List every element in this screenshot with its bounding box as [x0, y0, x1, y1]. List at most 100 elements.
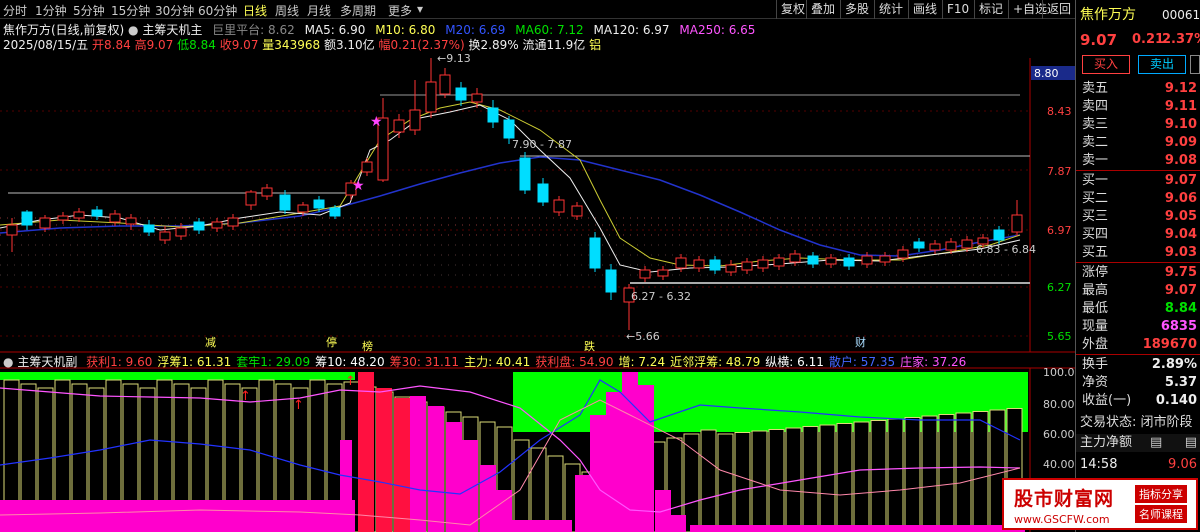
- bid-row[interactable]: 买三 9.05: [1076, 208, 1200, 226]
- candle-body: [913, 241, 925, 249]
- kline-chart[interactable]: ←9.13 7.90 - 7.87 6.27 - 6.32 ←5.66 6.83…: [0, 20, 1075, 532]
- stat-row[interactable]: 最高 9.07: [1076, 282, 1200, 300]
- stock-name: 焦作万方: [1080, 7, 1136, 23]
- bid-row-value: 9.03: [1164, 245, 1197, 260]
- sub-indicator-legend: ● 主筹天机副 获利1: 9.60 浮筹1: 61.31 套牢1: 29.09 筹10…: [3, 353, 966, 370]
- mark-button[interactable]: 标记: [974, 0, 1007, 19]
- sub-indicator-item: 套牢1: 29.09: [236, 355, 311, 369]
- stat2-row-value: 2.89%: [1151, 357, 1197, 372]
- sub-fill: [512, 520, 572, 532]
- watermark-tag1: 指标分享: [1135, 485, 1187, 503]
- bid-row[interactable]: 买四 9.04: [1076, 226, 1200, 244]
- period-60min[interactable]: 60分钟: [198, 2, 237, 19]
- candle-body: [487, 107, 499, 123]
- stat2-row[interactable]: 净资 5.37: [1076, 374, 1200, 392]
- annot-right-range: 6.83 - 6.84: [976, 243, 1036, 256]
- sub-indicator-item: 纵横: 6.11: [765, 355, 824, 369]
- stat-row[interactable]: 外盘 189670: [1076, 336, 1200, 354]
- stat-row[interactable]: 最低 8.84: [1076, 300, 1200, 318]
- candle-body: [675, 257, 687, 269]
- tick-6-27: 6.27: [1047, 281, 1072, 294]
- trade-status: 交易状态: 闭市阶段: [1080, 415, 1193, 430]
- ask-row-value: 9.09: [1164, 135, 1197, 150]
- period-5min[interactable]: 5分钟: [73, 2, 105, 19]
- sub-bar: [734, 432, 751, 532]
- multi-stock-button[interactable]: 多股: [840, 0, 873, 19]
- price-row: 9.07 0.21 2.37%: [1076, 30, 1200, 50]
- ask-row[interactable]: 卖一 9.08: [1076, 152, 1200, 170]
- star-marker-2: ★: [352, 178, 365, 194]
- chevron-down-icon[interactable]: ▾: [417, 2, 423, 16]
- sub-bar: [768, 429, 785, 532]
- candle-body: [553, 199, 565, 213]
- period-multi[interactable]: 多周期: [340, 2, 376, 19]
- candle-body: [693, 259, 705, 269]
- bid-row[interactable]: 买一 9.07: [1076, 172, 1200, 190]
- period-weekly[interactable]: 周线: [275, 2, 299, 19]
- main-net-header[interactable]: 主力净额 ▤ ▤: [1076, 434, 1200, 452]
- draw-button[interactable]: 画线: [908, 0, 941, 19]
- f10-button[interactable]: F10: [942, 0, 973, 19]
- sub-fill: [394, 398, 410, 532]
- candle-body: [73, 211, 85, 219]
- stat-row[interactable]: 现量 6835: [1076, 318, 1200, 336]
- buy-button[interactable]: 买入: [1082, 55, 1130, 74]
- candle-body: [6, 224, 18, 236]
- stat-row-value: 9.07: [1164, 283, 1197, 298]
- candle-body: [807, 255, 819, 265]
- stat2-row-value: 5.37: [1164, 375, 1197, 390]
- annot-low-range: 6.27 - 6.32: [631, 290, 691, 303]
- ask-row[interactable]: 卖二 9.09: [1076, 134, 1200, 152]
- candle-body: [439, 74, 451, 95]
- current-price-label: 8.80: [1034, 67, 1059, 80]
- stat2-row-value: 0.140: [1155, 393, 1197, 408]
- ask-row[interactable]: 卖四 9.11: [1076, 98, 1200, 116]
- ask-row[interactable]: 卖三 9.10: [1076, 116, 1200, 134]
- annot-high: ←9.13: [437, 52, 471, 65]
- toolbar: 分时 1分钟 5分钟 15分钟 30分钟 60分钟 日线 周线 月线 多周期 更…: [0, 0, 1075, 19]
- ask-row-label: 卖五: [1082, 81, 1109, 96]
- green-zone-left: [0, 372, 355, 380]
- stat-row[interactable]: 涨停 9.75: [1076, 264, 1200, 282]
- sub-fill: [638, 385, 654, 532]
- sub-bar: [530, 447, 547, 532]
- overlay-button[interactable]: 叠加: [806, 0, 839, 19]
- marker-reduce: 减: [205, 336, 216, 349]
- stats-button[interactable]: 统计: [874, 0, 907, 19]
- sub-fill: [446, 422, 462, 532]
- period-30min[interactable]: 30分钟: [155, 2, 194, 19]
- period-1min[interactable]: 1分钟: [35, 2, 67, 19]
- stat2-row[interactable]: 收益(一) 0.140: [1076, 392, 1200, 410]
- sub-fill: [410, 396, 426, 532]
- star-marker-1: ★: [370, 114, 383, 130]
- sell-button[interactable]: 卖出: [1138, 55, 1186, 74]
- sub-fill: [376, 388, 392, 532]
- bid-row[interactable]: 买二 9.06: [1076, 190, 1200, 208]
- period-monthly[interactable]: 月线: [307, 2, 331, 19]
- period-timeshare[interactable]: 分时: [3, 2, 27, 19]
- sub-fill: [590, 415, 606, 532]
- panel-toggle-icon[interactable]: [1190, 55, 1200, 74]
- ask-row-value: 9.11: [1164, 99, 1197, 114]
- period-15min[interactable]: 15分钟: [111, 2, 150, 19]
- sub-indicator-item: 散户: 57.35: [828, 355, 896, 369]
- bid-row[interactable]: 买五 9.03: [1076, 244, 1200, 262]
- sub-indicator-item: 获利盘: 54.90: [535, 355, 614, 369]
- settings-icon[interactable]: ●: [3, 355, 13, 369]
- sub-axis-ticks: 100.0 80.00 60.00 40.00: [1043, 366, 1075, 471]
- ask-row[interactable]: 卖五 9.12: [1076, 80, 1200, 98]
- sub-indicator-name[interactable]: 主筹天机副: [17, 355, 77, 369]
- period-daily[interactable]: 日线: [243, 2, 267, 19]
- sub-tick-40: 40.00: [1043, 458, 1075, 471]
- period-more[interactable]: 更多: [388, 2, 412, 19]
- stat2-row[interactable]: 换手 2.89%: [1076, 356, 1200, 374]
- sub-bar: [717, 433, 734, 532]
- arrow-up-icon: ↑: [345, 374, 356, 389]
- bid-row-value: 9.07: [1164, 173, 1197, 188]
- back-button[interactable]: 返回: [1042, 0, 1075, 19]
- ma-blue-line: [0, 156, 1021, 257]
- stat-row-value: 8.84: [1164, 301, 1197, 316]
- stat-row-label: 最高: [1082, 283, 1109, 298]
- list-icon: ▤: [1184, 435, 1197, 450]
- fuquan-button[interactable]: 复权: [776, 0, 809, 19]
